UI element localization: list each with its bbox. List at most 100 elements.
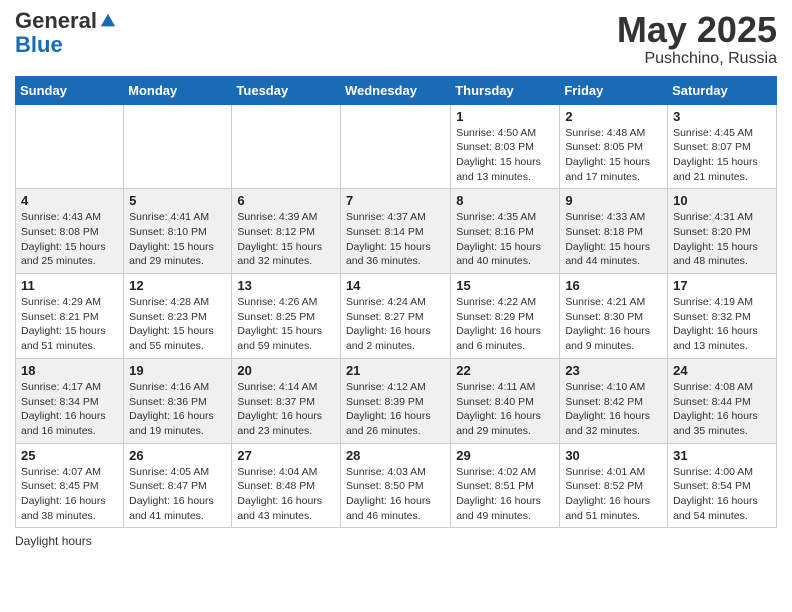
day-info: Sunrise: 4:01 AMSunset: 8:52 PMDaylight:… [565, 465, 662, 524]
day-info: Sunrise: 4:21 AMSunset: 8:30 PMDaylight:… [565, 295, 662, 354]
day-info: Sunrise: 4:28 AMSunset: 8:23 PMDaylight:… [129, 295, 226, 354]
day-info: Sunrise: 4:02 AMSunset: 8:51 PMDaylight:… [456, 465, 554, 524]
calendar-cell [340, 104, 450, 189]
day-info: Sunrise: 4:26 AMSunset: 8:25 PMDaylight:… [237, 295, 335, 354]
calendar-header-monday: Monday [124, 76, 232, 104]
day-number: 24 [673, 363, 771, 378]
calendar-cell: 29 Sunrise: 4:02 AMSunset: 8:51 PMDayligh… [451, 443, 560, 528]
calendar-cell [16, 104, 124, 189]
day-info: Sunrise: 4:33 AMSunset: 8:18 PMDaylight:… [565, 210, 662, 269]
calendar-header-row: SundayMondayTuesdayWednesdayThursdayFrid… [16, 76, 777, 104]
day-number: 4 [21, 193, 118, 208]
calendar-cell: 14 Sunrise: 4:24 AMSunset: 8:27 PMDayligh… [340, 274, 450, 359]
day-info: Sunrise: 4:16 AMSunset: 8:36 PMDaylight:… [129, 380, 226, 439]
day-info: Sunrise: 4:39 AMSunset: 8:12 PMDaylight:… [237, 210, 335, 269]
calendar-header-thursday: Thursday [451, 76, 560, 104]
day-info: Sunrise: 4:22 AMSunset: 8:29 PMDaylight:… [456, 295, 554, 354]
day-number: 7 [346, 193, 445, 208]
day-number: 10 [673, 193, 771, 208]
day-number: 27 [237, 448, 335, 463]
day-info: Sunrise: 4:45 AMSunset: 8:07 PMDaylight:… [673, 126, 771, 185]
calendar-week-row: 18 Sunrise: 4:17 AMSunset: 8:34 PMDayligh… [16, 358, 777, 443]
calendar-cell: 23 Sunrise: 4:10 AMSunset: 8:42 PMDayligh… [560, 358, 668, 443]
day-info: Sunrise: 4:37 AMSunset: 8:14 PMDaylight:… [346, 210, 445, 269]
day-info: Sunrise: 4:43 AMSunset: 8:08 PMDaylight:… [21, 210, 118, 269]
day-info: Sunrise: 4:17 AMSunset: 8:34 PMDaylight:… [21, 380, 118, 439]
day-number: 9 [565, 193, 662, 208]
calendar-cell: 5 Sunrise: 4:41 AMSunset: 8:10 PMDaylight… [124, 189, 232, 274]
logo-icon [99, 12, 117, 30]
calendar-week-row: 1 Sunrise: 4:50 AMSunset: 8:03 PMDaylight… [16, 104, 777, 189]
day-info: Sunrise: 4:00 AMSunset: 8:54 PMDaylight:… [673, 465, 771, 524]
calendar-week-row: 11Sunrise: 4:29 AMSunset: 8:21 PMDayligh… [16, 274, 777, 359]
page-header: General Blue May 2025 Pushchino, Russia [15, 10, 777, 68]
day-info: Sunrise: 4:35 AMSunset: 8:16 PMDaylight:… [456, 210, 554, 269]
day-info: Sunrise: 4:48 AMSunset: 8:05 PMDaylight:… [565, 126, 662, 185]
calendar-cell: 30 Sunrise: 4:01 AMSunset: 8:52 PMDayligh… [560, 443, 668, 528]
day-number: 25 [21, 448, 118, 463]
day-number: 5 [129, 193, 226, 208]
day-info: Sunrise: 4:41 AMSunset: 8:10 PMDaylight:… [129, 210, 226, 269]
day-info: Sunrise: 4:05 AMSunset: 8:47 PMDaylight:… [129, 465, 226, 524]
day-number: 14 [346, 278, 445, 293]
title-block: May 2025 Pushchino, Russia [617, 10, 777, 68]
day-number: 8 [456, 193, 554, 208]
day-info: Sunrise: 4:31 AMSunset: 8:20 PMDaylight:… [673, 210, 771, 269]
calendar-cell: 9 Sunrise: 4:33 AMSunset: 8:18 PMDaylight… [560, 189, 668, 274]
calendar-cell: 31Sunrise: 4:00 AMSunset: 8:54 PMDayligh… [668, 443, 777, 528]
day-number: 22 [456, 363, 554, 378]
calendar-cell: 8 Sunrise: 4:35 AMSunset: 8:16 PMDaylight… [451, 189, 560, 274]
day-number: 19 [129, 363, 226, 378]
calendar-cell: 6 Sunrise: 4:39 AMSunset: 8:12 PMDaylight… [232, 189, 341, 274]
logo: General Blue [15, 10, 117, 58]
calendar-header-saturday: Saturday [668, 76, 777, 104]
calendar-cell: 18 Sunrise: 4:17 AMSunset: 8:34 PMDayligh… [16, 358, 124, 443]
calendar-week-row: 25Sunrise: 4:07 AMSunset: 8:45 PMDayligh… [16, 443, 777, 528]
day-info: Sunrise: 4:50 AMSunset: 8:03 PMDaylight:… [456, 126, 554, 185]
calendar-cell: 13 Sunrise: 4:26 AMSunset: 8:25 PMDayligh… [232, 274, 341, 359]
calendar-cell: 21 Sunrise: 4:12 AMSunset: 8:39 PMDayligh… [340, 358, 450, 443]
day-number: 18 [21, 363, 118, 378]
day-info: Sunrise: 4:14 AMSunset: 8:37 PMDaylight:… [237, 380, 335, 439]
logo-general: General [15, 10, 97, 32]
day-info: Sunrise: 4:24 AMSunset: 8:27 PMDaylight:… [346, 295, 445, 354]
calendar-cell: 28Sunrise: 4:03 AMSunset: 8:50 PMDayligh… [340, 443, 450, 528]
calendar-cell: 17Sunrise: 4:19 AMSunset: 8:32 PMDayligh… [668, 274, 777, 359]
day-number: 15 [456, 278, 554, 293]
calendar-cell: 1 Sunrise: 4:50 AMSunset: 8:03 PMDaylight… [451, 104, 560, 189]
day-info: Sunrise: 4:12 AMSunset: 8:39 PMDaylight:… [346, 380, 445, 439]
day-info: Sunrise: 4:10 AMSunset: 8:42 PMDaylight:… [565, 380, 662, 439]
footer-daylight: Daylight hours [15, 534, 777, 548]
calendar-cell: 27 Sunrise: 4:04 AMSunset: 8:48 PMDayligh… [232, 443, 341, 528]
day-number: 1 [456, 109, 554, 124]
day-number: 26 [129, 448, 226, 463]
calendar-cell: 7 Sunrise: 4:37 AMSunset: 8:14 PMDaylight… [340, 189, 450, 274]
day-number: 17 [673, 278, 771, 293]
day-number: 3 [673, 109, 771, 124]
calendar-week-row: 4 Sunrise: 4:43 AMSunset: 8:08 PMDaylight… [16, 189, 777, 274]
month-title: May 2025 [617, 10, 777, 50]
calendar-cell: 26 Sunrise: 4:05 AMSunset: 8:47 PMDayligh… [124, 443, 232, 528]
day-number: 6 [237, 193, 335, 208]
day-info: Sunrise: 4:11 AMSunset: 8:40 PMDaylight:… [456, 380, 554, 439]
calendar-cell: 11Sunrise: 4:29 AMSunset: 8:21 PMDayligh… [16, 274, 124, 359]
calendar-cell: 3 Sunrise: 4:45 AMSunset: 8:07 PMDaylight… [668, 104, 777, 189]
calendar-cell [124, 104, 232, 189]
day-number: 13 [237, 278, 335, 293]
calendar-table: SundayMondayTuesdayWednesdayThursdayFrid… [15, 76, 777, 529]
day-number: 29 [456, 448, 554, 463]
calendar-cell: 4 Sunrise: 4:43 AMSunset: 8:08 PMDaylight… [16, 189, 124, 274]
calendar-header-tuesday: Tuesday [232, 76, 341, 104]
calendar-cell: 16Sunrise: 4:21 AMSunset: 8:30 PMDayligh… [560, 274, 668, 359]
calendar-cell: 2Sunrise: 4:48 AMSunset: 8:05 PMDaylight… [560, 104, 668, 189]
day-number: 30 [565, 448, 662, 463]
day-number: 12 [129, 278, 226, 293]
day-number: 20 [237, 363, 335, 378]
day-number: 23 [565, 363, 662, 378]
day-number: 21 [346, 363, 445, 378]
calendar-cell: 22 Sunrise: 4:11 AMSunset: 8:40 PMDayligh… [451, 358, 560, 443]
calendar-cell: 12 Sunrise: 4:28 AMSunset: 8:23 PMDayligh… [124, 274, 232, 359]
calendar-header-sunday: Sunday [16, 76, 124, 104]
day-info: Sunrise: 4:04 AMSunset: 8:48 PMDaylight:… [237, 465, 335, 524]
calendar-cell: 20 Sunrise: 4:14 AMSunset: 8:37 PMDayligh… [232, 358, 341, 443]
